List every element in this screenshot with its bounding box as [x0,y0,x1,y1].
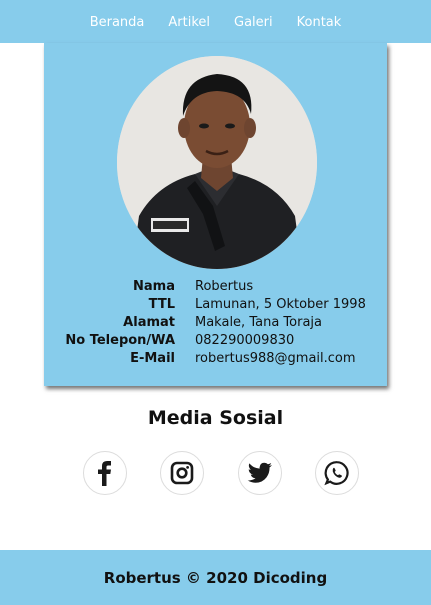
main-nav: Beranda Artikel Galeri Kontak [0,0,431,30]
info-value: 082290009830 [195,333,295,348]
profile-info: Nama Robertus TTL Lamunan, 5 Oktober 199… [44,278,387,368]
info-label: E-Mail [130,351,175,366]
info-value: Robertus [195,279,254,294]
info-value: robertus988@gmail.com [195,351,356,366]
info-row-ttl: TTL Lamunan, 5 Oktober 1998 [44,296,387,314]
person-portrait-image [117,56,317,269]
info-label: Nama [133,279,175,294]
info-label: Alamat [123,315,175,330]
nav-link-artikel[interactable]: Artikel [168,15,210,30]
instagram-link[interactable] [160,451,204,495]
footer-text: Robertus © 2020 Dicoding [103,568,328,587]
section-title: Media Sosial [147,407,284,429]
twitter-link[interactable] [238,451,282,495]
whatsapp-icon [324,461,349,486]
profile-card: Nama Robertus TTL Lamunan, 5 Oktober 199… [44,43,387,386]
info-row-email: E-Mail robertus988@gmail.com [44,350,387,368]
page-footer: Robertus © 2020 Dicoding [0,550,431,605]
info-value: Lamunan, 5 Oktober 1998 [195,297,366,312]
info-label: No Telepon/WA [65,333,175,348]
twitter-icon [247,462,272,483]
facebook-link[interactable] [83,451,127,495]
info-row-alamat: Alamat Makale, Tana Toraja [44,314,387,332]
instagram-icon [170,461,194,485]
info-label: TTL [148,297,175,312]
info-row-nama: Nama Robertus [44,278,387,296]
profile-photo [117,56,317,269]
nav-link-galeri[interactable]: Galeri [234,15,273,30]
top-navbar: Beranda Artikel Galeri Kontak [0,0,431,43]
info-value: Makale, Tana Toraja [195,315,322,330]
nav-link-beranda[interactable]: Beranda [90,15,145,30]
nav-link-kontak[interactable]: Kontak [297,15,342,30]
facebook-icon [98,461,111,486]
info-row-telepon: No Telepon/WA 082290009830 [44,332,387,350]
whatsapp-link[interactable] [315,451,359,495]
